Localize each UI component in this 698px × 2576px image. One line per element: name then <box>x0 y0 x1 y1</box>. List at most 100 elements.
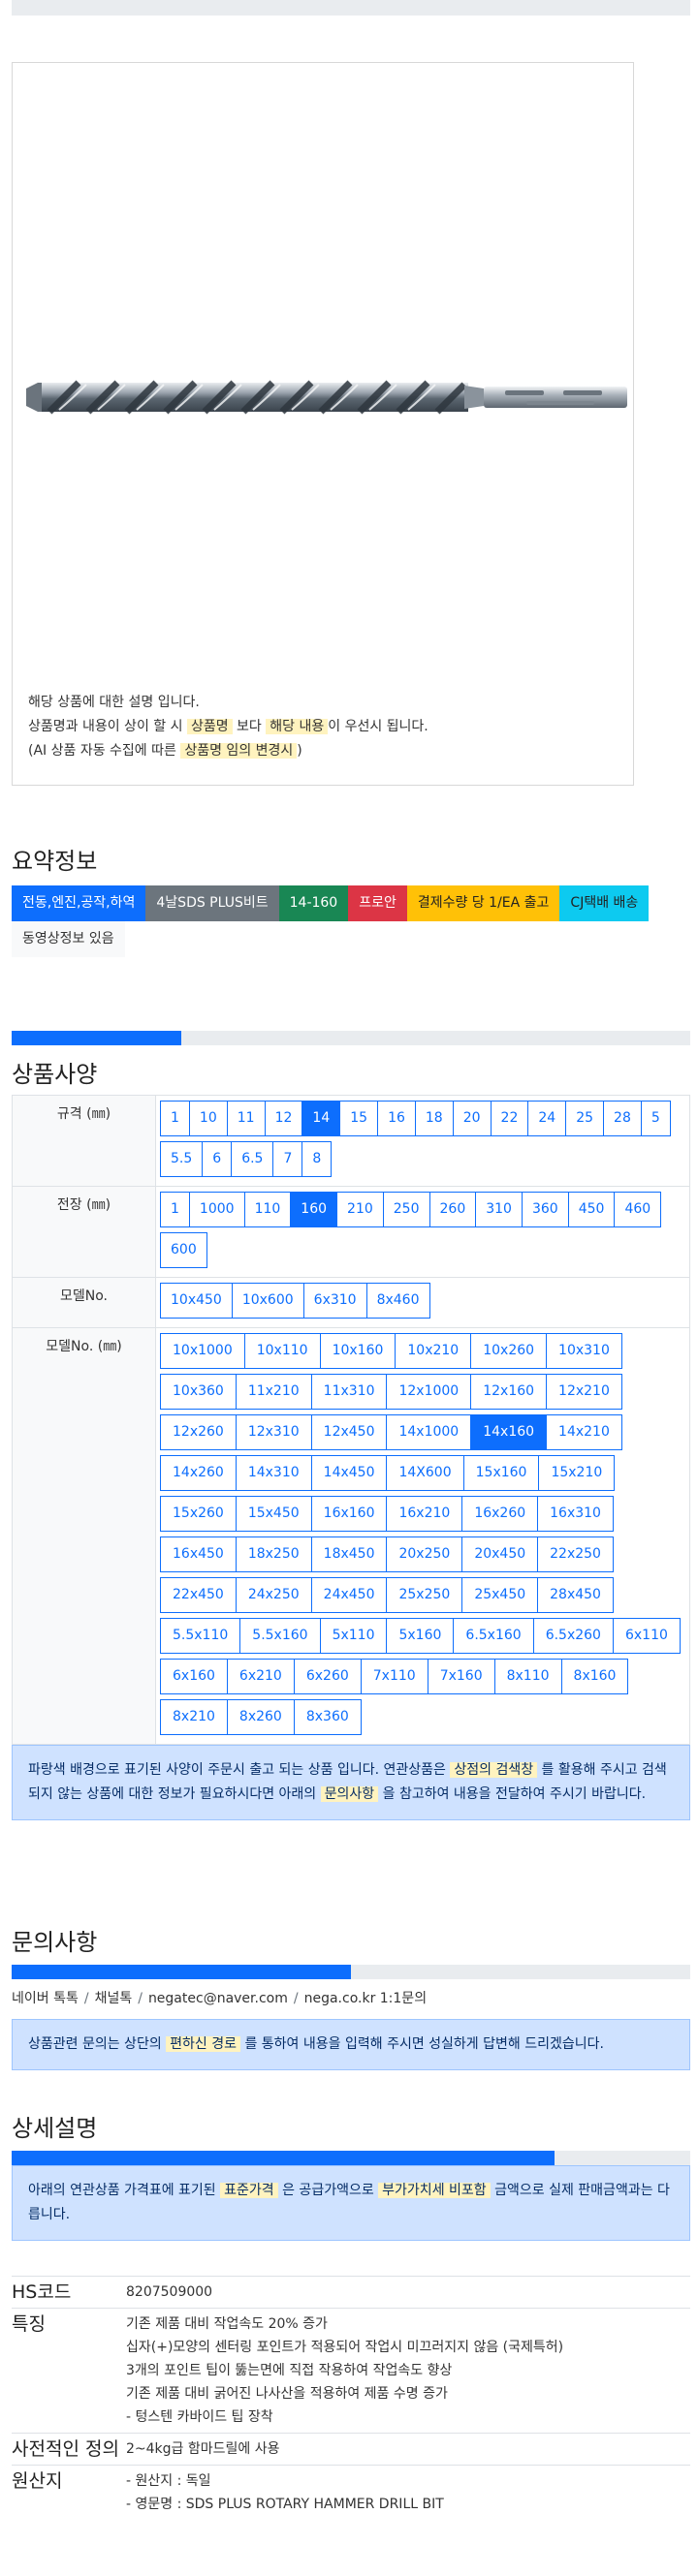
spec-option-button[interactable]: 6x260 <box>293 1659 362 1694</box>
spec-option-button[interactable]: 260 <box>428 1192 477 1227</box>
spec-option-button[interactable]: 310 <box>475 1192 523 1227</box>
spec-option-button[interactable]: 12 <box>264 1101 303 1136</box>
spec-option-button[interactable]: 210 <box>336 1192 384 1227</box>
spec-option-button[interactable]: 5.5 <box>160 1141 204 1177</box>
spec-option-button[interactable]: 460 <box>614 1192 662 1227</box>
spec-option-button[interactable]: 8x260 <box>226 1699 295 1735</box>
spec-option-button[interactable]: 8x360 <box>293 1699 362 1735</box>
spec-option-button[interactable]: 10x1000 <box>160 1333 245 1369</box>
spec-option-button[interactable]: 12x210 <box>546 1374 622 1410</box>
spec-option-button[interactable]: 11 <box>226 1101 266 1136</box>
spec-option-button[interactable]: 10x260 <box>470 1333 548 1369</box>
spec-option-button[interactable]: 10x110 <box>243 1333 321 1369</box>
spec-option-button[interactable]: 16x160 <box>310 1496 388 1532</box>
contact-link[interactable]: negatec@naver.com <box>148 1991 288 2006</box>
spec-option-button[interactable]: 14 <box>301 1101 341 1136</box>
spec-option-button[interactable]: 1 <box>160 1192 190 1227</box>
spec-option-button[interactable]: 12x450 <box>310 1414 388 1450</box>
spec-option-button[interactable]: 8 <box>301 1141 333 1177</box>
spec-option-button[interactable]: 20 <box>452 1101 492 1136</box>
spec-option-button[interactable]: 12x260 <box>160 1414 237 1450</box>
spec-option-button[interactable]: 8x110 <box>493 1659 562 1694</box>
spec-option-button[interactable]: 18x450 <box>310 1536 388 1572</box>
spec-option-button[interactable]: 22x450 <box>160 1577 237 1613</box>
spec-option-button[interactable]: 8x460 <box>365 1283 430 1319</box>
spec-option-button[interactable]: 10x450 <box>160 1283 233 1319</box>
spec-option-button[interactable]: 15x160 <box>462 1455 540 1491</box>
spec-option-button[interactable]: 22 <box>490 1101 529 1136</box>
spec-option-button[interactable]: 6.5x160 <box>453 1618 534 1654</box>
spec-option-button[interactable]: 16x310 <box>537 1496 614 1532</box>
spec-option-button[interactable]: 24x250 <box>235 1577 312 1613</box>
spec-option-button[interactable]: 160 <box>290 1192 338 1227</box>
contact-link[interactable]: nega.co.kr 1:1문의 <box>304 1991 427 2006</box>
spec-option-button[interactable]: 10x310 <box>546 1333 622 1369</box>
spec-option-button[interactable]: 18x250 <box>235 1536 312 1572</box>
spec-option-button[interactable]: 7x160 <box>427 1659 495 1694</box>
spec-option-button[interactable]: 15 <box>339 1101 379 1136</box>
spec-option-button[interactable]: 450 <box>567 1192 616 1227</box>
spec-option-button[interactable]: 16 <box>377 1101 416 1136</box>
spec-notice: 파랑색 배경으로 표기된 사양이 주문시 출고 되는 상품 입니다. 연관상품은… <box>12 1745 690 1820</box>
spec-option-button[interactable]: 28 <box>603 1101 642 1136</box>
spec-option-button[interactable]: 10x360 <box>160 1374 237 1410</box>
spec-option-button[interactable]: 14X600 <box>386 1455 464 1491</box>
spec-option-button[interactable]: 250 <box>382 1192 430 1227</box>
spec-option-button[interactable]: 24 <box>527 1101 567 1136</box>
spec-option-button[interactable]: 15x450 <box>235 1496 312 1532</box>
spec-option-button[interactable]: 14x260 <box>160 1455 237 1491</box>
spec-option-button[interactable]: 11x310 <box>310 1374 388 1410</box>
spec-option-button[interactable]: 14x1000 <box>386 1414 472 1450</box>
spec-option-button[interactable]: 15x210 <box>538 1455 616 1491</box>
spec-option-button[interactable]: 5.5x160 <box>239 1618 321 1654</box>
spec-option-button[interactable]: 10 <box>188 1101 228 1136</box>
spec-option-button[interactable]: 1000 <box>188 1192 245 1227</box>
spec-option-button[interactable]: 600 <box>160 1232 207 1268</box>
spec-option-button[interactable]: 7 <box>272 1141 303 1177</box>
spec-option-button[interactable]: 6.5x260 <box>532 1618 614 1654</box>
spec-option-button[interactable]: 12x160 <box>470 1374 548 1410</box>
spec-option-button[interactable]: 6x110 <box>612 1618 681 1654</box>
spec-option-button[interactable]: 5.5x110 <box>160 1618 241 1654</box>
spec-option-button[interactable]: 5x160 <box>386 1618 455 1654</box>
spec-option-button[interactable]: 6x310 <box>302 1283 367 1319</box>
spec-option-button[interactable]: 18 <box>414 1101 454 1136</box>
spec-option-button[interactable]: 28x450 <box>537 1577 614 1613</box>
spec-option-button[interactable]: 8x160 <box>560 1659 629 1694</box>
spec-option-button[interactable]: 14x160 <box>470 1414 548 1450</box>
spec-option-button[interactable]: 5 <box>640 1101 671 1136</box>
spec-option-button[interactable]: 7x110 <box>360 1659 428 1694</box>
spec-option-button[interactable]: 6x210 <box>226 1659 295 1694</box>
spec-option-button[interactable]: 5x110 <box>319 1618 388 1654</box>
spec-option-button[interactable]: 11x210 <box>235 1374 312 1410</box>
spec-option-button[interactable]: 14x450 <box>310 1455 388 1491</box>
contact-link[interactable]: 채널톡 <box>95 1991 133 2006</box>
spec-option-button[interactable]: 10x600 <box>231 1283 304 1319</box>
spec-option-button[interactable]: 6.5 <box>231 1141 274 1177</box>
spec-option-button[interactable]: 25x250 <box>386 1577 463 1613</box>
spec-option-button[interactable]: 110 <box>243 1192 292 1227</box>
spec-option-button[interactable]: 25x450 <box>461 1577 539 1613</box>
spec-option-button[interactable]: 10x210 <box>395 1333 472 1369</box>
spec-option-button[interactable]: 12x1000 <box>386 1374 472 1410</box>
contact-link[interactable]: 네이버 톡톡 <box>12 1991 79 2006</box>
spec-option-button[interactable]: 10x160 <box>319 1333 397 1369</box>
spec-option-list: 10x450 10x600 6x310 8x460 <box>160 1283 685 1323</box>
spec-option-button[interactable]: 20x250 <box>386 1536 463 1572</box>
spec-option-button[interactable]: 15x260 <box>160 1496 237 1532</box>
spec-option-button[interactable]: 8x210 <box>160 1699 228 1735</box>
spec-option-button[interactable]: 14x310 <box>235 1455 312 1491</box>
spec-option-button[interactable]: 1 <box>160 1101 190 1136</box>
spec-option-button[interactable]: 14x210 <box>546 1414 622 1450</box>
spec-option-button[interactable]: 6 <box>202 1141 233 1177</box>
spec-option-button[interactable]: 22x250 <box>537 1536 614 1572</box>
spec-option-button[interactable]: 6x160 <box>160 1659 228 1694</box>
spec-option-button[interactable]: 360 <box>521 1192 569 1227</box>
spec-option-button[interactable]: 16x210 <box>386 1496 463 1532</box>
spec-option-button[interactable]: 12x310 <box>235 1414 312 1450</box>
spec-option-button[interactable]: 16x450 <box>160 1536 237 1572</box>
spec-option-button[interactable]: 24x450 <box>310 1577 388 1613</box>
spec-option-button[interactable]: 20x450 <box>461 1536 539 1572</box>
spec-option-button[interactable]: 16x260 <box>461 1496 539 1532</box>
spec-option-button[interactable]: 25 <box>565 1101 605 1136</box>
